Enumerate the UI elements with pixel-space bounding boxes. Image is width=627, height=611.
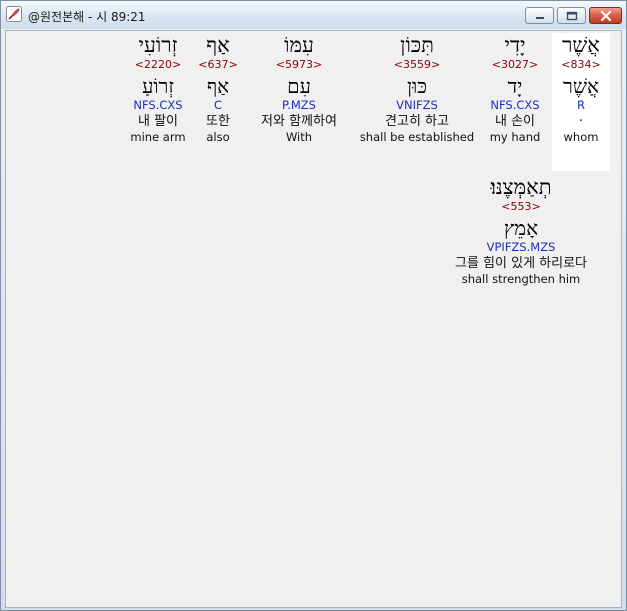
hebrew-word: עִמּוֹ <box>284 33 314 57</box>
english-gloss: shall strengthen him <box>461 272 581 286</box>
strong-number[interactable]: <553> <box>432 200 610 214</box>
window-title: @원전본해 - 시 89:21 <box>28 10 146 24</box>
hebrew-word: תִּכּוֹן <box>400 33 434 57</box>
strong-number[interactable]: <3027> <box>482 58 548 72</box>
title-bar[interactable]: @원전본해 - 시 89:21 <box>1 1 626 29</box>
korean-gloss: 내 팔이 <box>137 114 178 129</box>
app-window: @원전본해 - 시 89:21 אֲשֶׁר <834> אֲשֶׁר R · <box>0 0 627 611</box>
morphology-code[interactable]: VPIFZS.MZS <box>432 240 610 255</box>
app-feather-icon <box>6 6 22 22</box>
interlinear-word[interactable]: אַף <637> אַף C 또한 also <box>196 33 240 171</box>
close-button[interactable] <box>589 7 622 24</box>
hebrew-word: אַף <box>206 33 230 57</box>
korean-gloss: 저와 함께하여 <box>261 114 337 129</box>
interlinear-panel: אֲשֶׁר <834> אֲשֶׁר R · whom יָדִי <3027… <box>5 30 622 608</box>
korean-gloss: 또한 <box>206 114 230 129</box>
strong-number[interactable]: <5973> <box>250 58 348 72</box>
hebrew-lemma: אַף <box>206 74 230 98</box>
close-icon <box>600 10 611 21</box>
strong-number[interactable]: <637> <box>196 58 240 72</box>
minimize-icon <box>535 16 544 19</box>
hebrew-lemma: אָמֵץ <box>503 216 539 240</box>
english-gloss: whom <box>563 130 599 144</box>
hebrew-word: יָדִי <box>504 33 526 57</box>
strong-number[interactable]: <3559> <box>357 58 477 72</box>
english-gloss: shall be established <box>359 130 475 144</box>
interlinear-word[interactable]: יָדִי <3027> יָד NFS.CXS 내 손이 my hand <box>482 33 548 171</box>
english-gloss: mine arm <box>130 130 186 144</box>
morphology-code[interactable]: NFS.CXS <box>482 98 548 113</box>
hebrew-word: זְרוֹעִי <box>138 33 178 57</box>
korean-gloss: 내 손이 <box>494 114 535 129</box>
hebrew-lemma: כּוּן <box>407 74 427 98</box>
morphology-code[interactable]: NFS.CXS <box>126 98 190 113</box>
hebrew-lemma: זְרוֹעַ <box>142 74 174 98</box>
morphology-code[interactable]: P.MZS <box>250 98 348 113</box>
strong-number[interactable]: <834> <box>552 58 610 72</box>
strong-number[interactable]: <2220> <box>126 58 190 72</box>
english-gloss: also <box>206 130 230 144</box>
korean-gloss: 견고히 하고 <box>385 114 449 129</box>
hebrew-lemma: אֲשֶׁר <box>563 74 599 98</box>
interlinear-word[interactable]: אֲשֶׁר <834> אֲשֶׁר R · whom <box>552 33 610 171</box>
interlinear-word[interactable]: תְאַמְּצֶנּוּ׃ <553> אָמֵץ VPIFZS.MZS 그를… <box>432 175 610 313</box>
morphology-code[interactable]: R <box>552 98 610 113</box>
morphology-code[interactable]: VNIFZS <box>357 98 477 113</box>
maximize-icon <box>566 11 577 20</box>
minimize-button[interactable] <box>525 7 554 24</box>
english-gloss: With <box>285 130 313 144</box>
hebrew-lemma: יָד <box>507 74 523 98</box>
morphology-code[interactable]: C <box>196 98 240 113</box>
hebrew-lemma: עִם <box>287 74 311 98</box>
interlinear-word[interactable]: עִמּוֹ <5973> עִם P.MZS 저와 함께하여 With <box>250 33 348 171</box>
korean-gloss: 그를 힘이 있게 하리로다 <box>455 256 587 271</box>
english-gloss: my hand <box>489 130 541 144</box>
interlinear-word[interactable]: זְרוֹעִי <2220> זְרוֹעַ NFS.CXS 내 팔이 min… <box>126 33 190 171</box>
hebrew-word: אֲשֶׁר <box>562 33 600 57</box>
maximize-button[interactable] <box>557 7 586 24</box>
korean-gloss: · <box>578 114 584 129</box>
hebrew-word: תְאַמְּצֶנּוּ׃ <box>490 175 552 199</box>
interlinear-word[interactable]: תִּכּוֹן <3559> כּוּן VNIFZS 견고히 하고 shal… <box>357 33 477 171</box>
